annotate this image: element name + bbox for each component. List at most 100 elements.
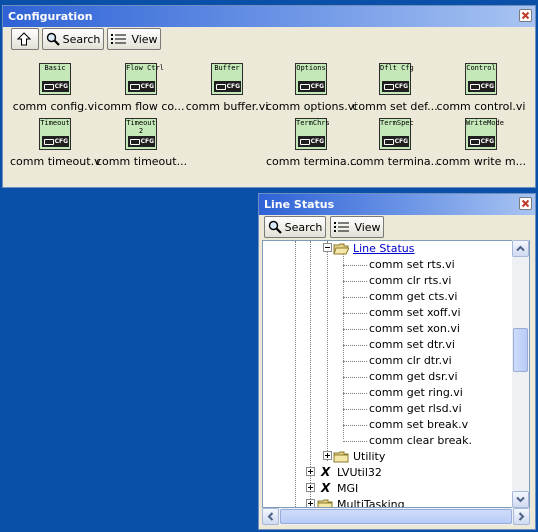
vi-comm-flow-control[interactable]: Flow Ctrl CFG comm flow co... — [98, 63, 184, 119]
tree-item[interactable]: comm clr dtr.vi — [369, 353, 452, 369]
tree-guide-line — [327, 241, 329, 461]
cfg-vi-icon: Timeout 2 CFG — [125, 118, 157, 150]
cfg-vi-icon: TermChrs CFG — [295, 118, 330, 150]
view-button-label: View — [131, 32, 158, 46]
vi-comm-timeout-2[interactable]: Timeout 2 CFG comm timeout... — [96, 118, 186, 174]
chevron-down-icon — [516, 496, 525, 503]
view-options-icon — [111, 34, 127, 44]
open-folder-icon — [333, 242, 349, 255]
vi-comm-buffer[interactable]: Buffer CFG comm buffer.vi — [186, 63, 268, 119]
vi-comm-config[interactable]: Basic CFG comm config.vi — [13, 63, 97, 119]
folder-icon — [317, 498, 333, 507]
chevron-left-icon — [267, 512, 274, 521]
vi-comm-write-mode[interactable]: WriteMode CFG comm write m... — [436, 118, 526, 174]
tree-connector — [343, 345, 367, 347]
tree-item[interactable]: comm get ring.vi — [369, 385, 463, 401]
tree-guide-line — [295, 241, 297, 507]
vi-name-label: comm timeout... — [96, 155, 186, 168]
tree-connector — [343, 281, 367, 283]
expand-toggle[interactable] — [306, 499, 315, 507]
scroll-thumb[interactable] — [280, 509, 512, 524]
view-options-icon — [334, 222, 350, 232]
tree-folder-utility[interactable]: Utility — [353, 449, 385, 465]
tree-connector — [343, 313, 367, 315]
cfg-vi-icon: Options CFG — [295, 63, 327, 95]
vi-comm-timeout[interactable]: Timeout CFG comm timeout.vi — [10, 118, 100, 174]
vi-name-label: comm options.vi — [266, 100, 356, 113]
vi-name-label: comm set def... — [352, 100, 438, 113]
tree-item[interactable]: comm set break.v — [369, 417, 468, 433]
configuration-title: Configuration — [8, 10, 93, 23]
tree-connector — [343, 297, 367, 299]
configuration-title-bar[interactable]: Configuration — [3, 6, 535, 27]
search-button-label: Search — [62, 32, 101, 46]
tree-folder-mgi[interactable]: MGI — [337, 481, 358, 497]
collapse-toggle[interactable] — [323, 243, 332, 252]
expand-toggle[interactable] — [306, 483, 315, 492]
scroll-right-button[interactable] — [513, 508, 530, 525]
cfg-vi-icon: Buffer CFG — [211, 63, 243, 95]
view-button[interactable]: View — [330, 216, 384, 238]
tree-item[interactable]: comm set rts.vi — [369, 257, 455, 273]
line-status-title: Line Status — [264, 198, 335, 211]
cfg-vi-icon: WriteMode CFG — [465, 118, 504, 150]
tree-folder-lvutil32[interactable]: LVUtil32 — [337, 465, 382, 481]
vi-name-label: comm control.vi — [436, 100, 526, 113]
vi-comm-termination-spec[interactable]: TermSpec CFG comm termina... — [350, 118, 440, 174]
vi-name-label: comm termina... — [350, 155, 440, 168]
view-button-label: View — [354, 220, 381, 234]
line-status-title-bar[interactable]: Line Status — [259, 194, 535, 215]
line-status-close-button[interactable] — [519, 197, 532, 210]
tree-item[interactable]: comm get cts.vi — [369, 289, 457, 305]
tree-item[interactable]: comm set xoff.vi — [369, 305, 461, 321]
configuration-close-button[interactable] — [519, 9, 532, 22]
chevron-right-icon — [518, 512, 525, 521]
vi-comm-options[interactable]: Options CFG comm options.vi — [266, 63, 356, 119]
vi-comm-termination-chars[interactable]: TermChrs CFG comm termina... — [266, 118, 356, 174]
tree-connector — [343, 329, 367, 331]
tree-connector — [343, 441, 367, 443]
vi-name-label: comm timeout.vi — [10, 155, 100, 168]
tree-connector — [343, 361, 367, 363]
up-level-button[interactable] — [11, 28, 39, 50]
tree-item[interactable]: comm get rlsd.vi — [369, 401, 462, 417]
tree-connector — [343, 425, 367, 427]
search-button[interactable]: Search — [264, 216, 326, 238]
vi-name-label: comm write m... — [436, 155, 526, 168]
vertical-scrollbar[interactable] — [512, 240, 529, 508]
tree-folder-multitasking[interactable]: MultiTasking — [337, 497, 405, 507]
vi-name-label: comm termina... — [266, 155, 356, 168]
close-icon — [521, 199, 530, 208]
cfg-vi-icon: Dflt Cfg CFG — [379, 63, 414, 95]
x-library-icon: X — [321, 481, 331, 495]
search-button-label: Search — [284, 220, 323, 234]
cfg-vi-icon: Basic CFG — [39, 63, 71, 95]
tree-connector — [343, 377, 367, 379]
tree-item[interactable]: comm set xon.vi — [369, 321, 460, 337]
search-icon — [268, 220, 282, 234]
up-arrow-icon — [16, 32, 31, 46]
tree-item[interactable]: comm set dtr.vi — [369, 337, 455, 353]
expand-toggle[interactable] — [306, 467, 315, 476]
vi-comm-set-default[interactable]: Dflt Cfg CFG comm set def... — [352, 63, 438, 119]
scroll-up-button[interactable] — [512, 240, 529, 257]
tree-item[interactable]: comm clr rts.vi — [369, 273, 451, 289]
expand-toggle[interactable] — [323, 451, 332, 460]
cfg-vi-icon: Timeout CFG — [39, 118, 71, 150]
tree-folder-line-status[interactable]: Line Status — [353, 241, 414, 257]
configuration-icon-grid: Basic CFG comm config.vi Flow Ctrl CFG c… — [6, 50, 528, 180]
cfg-vi-icon: TermSpec CFG — [379, 118, 414, 150]
cfg-vi-icon: Control CFG — [465, 63, 497, 95]
vi-name-label: comm flow co... — [97, 100, 185, 113]
vi-comm-control[interactable]: Control CFG comm control.vi — [437, 63, 525, 119]
tree-item[interactable]: comm clear break. — [369, 433, 472, 449]
view-button[interactable]: View — [107, 28, 161, 50]
scroll-thumb[interactable] — [513, 328, 528, 372]
tree-item[interactable]: comm get dsr.vi — [369, 369, 458, 385]
palette-tree[interactable]: Line Status comm set rts.vi comm clr rts… — [262, 240, 530, 508]
scroll-down-button[interactable] — [512, 491, 529, 508]
search-button[interactable]: Search — [42, 28, 104, 50]
search-icon — [46, 32, 60, 46]
horizontal-scrollbar[interactable] — [262, 508, 530, 525]
scroll-left-button[interactable] — [262, 508, 279, 525]
